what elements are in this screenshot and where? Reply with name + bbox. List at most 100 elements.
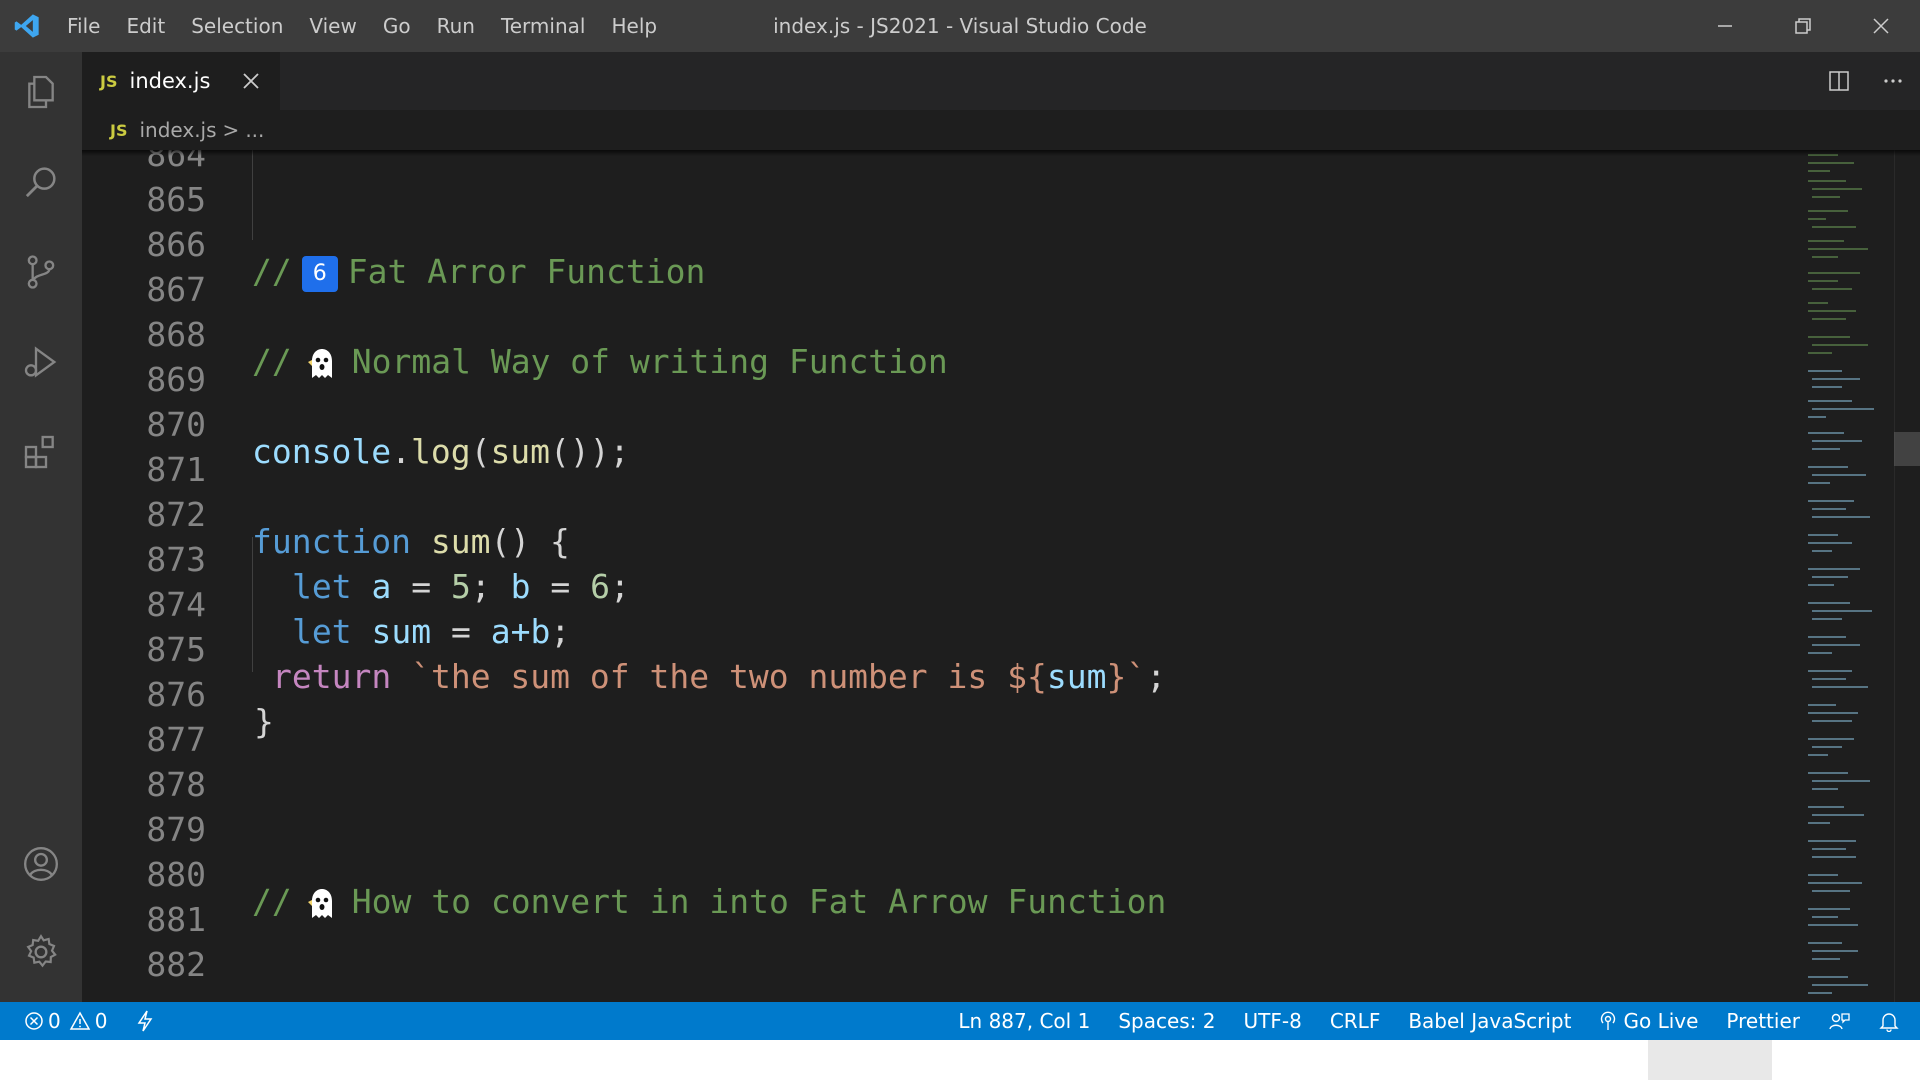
warning-count: 0 [94,1009,108,1033]
manage-button[interactable] [0,912,82,992]
broadcast-icon [1601,1011,1616,1030]
code-token: . [391,432,411,471]
vertical-scrollbar[interactable] [1894,150,1920,1002]
split-editor-button[interactable] [1812,52,1866,110]
gutter-row: 878 [82,762,1802,807]
scrollbar-thumb[interactable] [1894,432,1920,466]
feedback-button[interactable] [1814,1002,1864,1040]
code-token: } [254,702,274,741]
gutter-row: 882 [82,942,1802,987]
error-icon [25,1012,43,1030]
code-token: console [252,432,392,471]
prettier-status[interactable]: Prettier [1712,1002,1814,1040]
js-file-icon: JS [100,71,118,91]
vscode-logo-icon [0,0,54,52]
eol-setting[interactable]: CRLF [1316,1002,1395,1040]
language-mode[interactable]: Babel JavaScript [1394,1002,1585,1040]
search-icon [25,167,56,198]
comment-text: Normal Way of writing Function [351,342,948,381]
close-window-button[interactable] [1842,0,1920,52]
code-line-866: //6 Fat Arror Function [82,204,1802,292]
tab-close-button[interactable] [236,66,266,96]
code-token: log [410,432,471,471]
minimap[interactable] [1804,150,1894,1002]
menu-selection[interactable]: Selection [178,0,296,52]
account-icon [24,847,58,881]
close-icon [243,73,259,89]
code-line-876: } [82,654,1802,741]
accounts-button[interactable] [0,824,82,904]
menu-run[interactable]: Run [424,0,488,52]
extensions-button[interactable] [0,412,82,492]
split-editor-icon [1829,71,1849,91]
code-editor[interactable]: 864 865 866 867 868 869 870 871 872 873 874 875 876 8… [82,150,1920,1002]
indentation-setting[interactable]: Spaces: 2 [1104,1002,1229,1040]
lightning-icon [138,1010,153,1032]
code-token: ( [470,432,491,471]
extensions-icon [24,435,54,469]
ellipsis-icon [1884,79,1902,83]
run-debug-icon [24,346,57,378]
files-icon [28,75,54,109]
problems-indicator[interactable]: 0 0 [0,1002,121,1040]
window-controls [1686,0,1920,52]
minimize-icon [1718,25,1732,27]
cursor-position[interactable]: Ln 887, Col 1 [944,1002,1104,1040]
ghost-emoji-icon [307,348,332,378]
comment-text: How to convert in into Fat Arrow Functio… [351,882,1167,921]
gutter-row: 877 [82,717,1802,762]
tab-index-js[interactable]: JS index.js [82,52,280,110]
code-line-874: let sum = a+b; [82,564,1802,651]
menu-file[interactable]: File [54,0,113,52]
notifications-button[interactable] [1864,1002,1920,1040]
menu-help[interactable]: Help [598,0,670,52]
status-bar: 0 0 Ln 887, Col 1 Spaces: 2 UTF-8 CRLF B… [0,1002,1920,1040]
comment-slashes: // [252,252,292,291]
title-bar: File Edit Selection View Go Run Terminal… [0,0,1920,52]
code-line-873: let a = 5; b = 6; [82,519,1802,606]
bottom-edge-box [1648,1040,1772,1080]
close-icon [1873,18,1889,34]
editor-scroll-shadow [82,150,1920,156]
editor-actions [1812,52,1920,110]
code-line-868: // Normal Way of writing Function [82,294,1802,381]
go-live-label: Go Live [1623,1009,1699,1033]
breadcrumb-file[interactable]: index.js [139,118,216,142]
code-line-872: function sum() { [82,474,1802,561]
comment-text: Fat Arror Function [347,252,706,291]
restore-icon [1795,18,1811,34]
run-debug-button[interactable] [0,322,82,402]
bottom-edge [0,1040,1920,1080]
go-live-button[interactable]: Go Live [1585,1002,1712,1040]
bell-icon [1879,1013,1899,1032]
source-control-button[interactable] [0,232,82,312]
tab-label: index.js [129,69,211,93]
search-button[interactable] [0,142,82,222]
menu-go[interactable]: Go [370,0,424,52]
comment-slashes: // [252,342,292,381]
menu-view[interactable]: View [296,0,369,52]
code-token: ()); [550,432,630,471]
restore-button[interactable] [1764,0,1842,52]
tab-bar: JS index.js [82,52,1920,110]
comment-slashes: // [252,882,292,921]
source-control-icon [27,255,55,289]
warning-icon [69,1011,91,1030]
menu-bar: File Edit Selection View Go Run Terminal… [54,0,670,52]
live-share-button[interactable] [121,1002,169,1040]
code-line-880: // How to convert in into Fat Arrow Funct… [82,834,1802,921]
breadcrumb-symbol[interactable]: ... [245,118,264,142]
js-file-icon: JS [110,120,128,140]
status-bar-right: Ln 887, Col 1 Spaces: 2 UTF-8 CRLF Babel… [944,1002,1920,1040]
code-token: sum [490,432,551,471]
keycap-six-emoji: 6 [301,255,338,292]
activity-bar [0,52,82,1002]
minimize-button[interactable] [1686,0,1764,52]
encoding-setting[interactable]: UTF-8 [1230,1002,1316,1040]
menu-edit[interactable]: Edit [113,0,178,52]
ghost-emoji-icon [307,888,332,918]
menu-terminal[interactable]: Terminal [488,0,599,52]
more-actions-button[interactable] [1866,52,1920,110]
feedback-icon [1829,1013,1850,1030]
explorer-button[interactable] [0,52,82,132]
